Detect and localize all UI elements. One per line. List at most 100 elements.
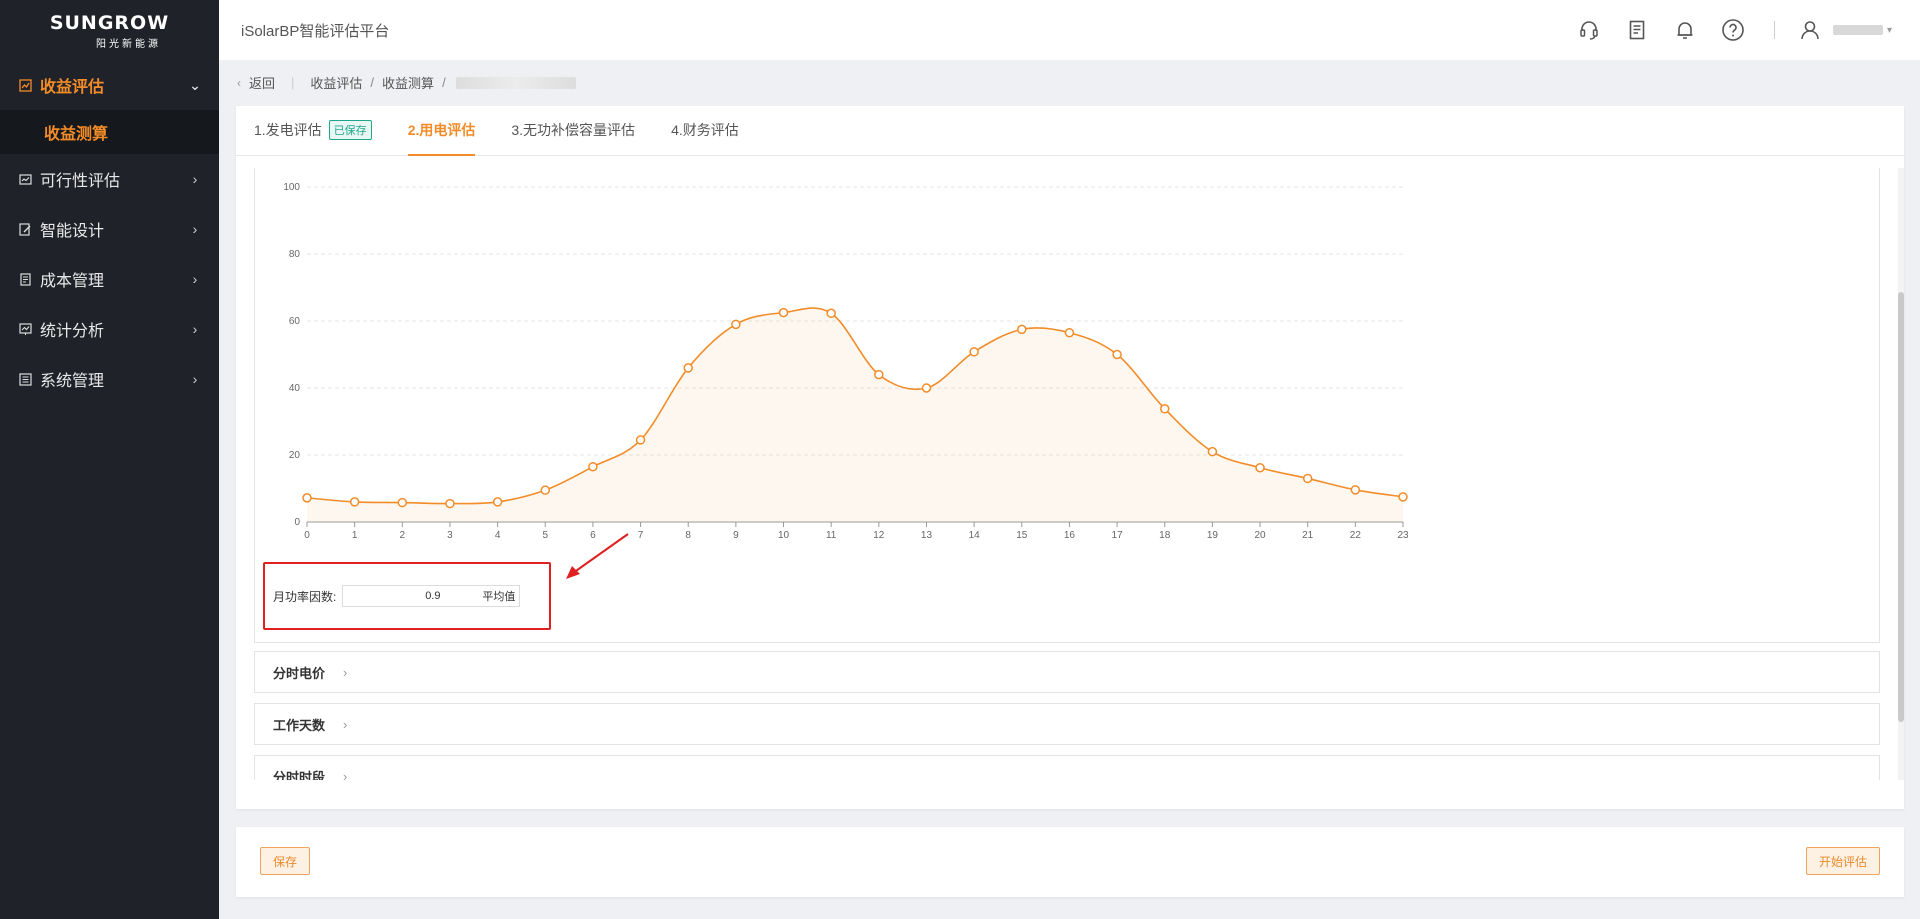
sidebar-item-stats[interactable]: 统计分析 ›: [0, 304, 219, 354]
feasibility-icon: [18, 172, 32, 186]
x-tick-label: 14: [969, 530, 981, 541]
data-point: [1112, 349, 1122, 360]
sidebar-subitem-label: 收益测算: [44, 126, 109, 143]
top-actions: ▾: [1554, 17, 1892, 43]
cost-icon: [18, 272, 32, 286]
app-title: iSolarBP智能评估平台: [241, 22, 390, 40]
data-point: [1017, 324, 1027, 335]
chevron-right-icon: ›: [343, 664, 348, 680]
data-point: [1255, 462, 1265, 473]
tab-reactive-compensation[interactable]: 3.无功补偿容量评估: [511, 105, 635, 155]
power-factor-value: 0.9: [425, 590, 441, 602]
chevron-down-icon: ⌄: [189, 76, 201, 93]
x-tick-label: 19: [1207, 530, 1219, 541]
tab-consumption-assessment[interactable]: 2.用电评估: [407, 105, 476, 156]
tab-label: 2.用电评估: [407, 122, 476, 138]
stats-icon: [18, 322, 32, 336]
chevron-right-icon: ›: [192, 171, 198, 187]
step-tabs: 1.发电评估 已保存 2.用电评估 3.无功补偿容量评估 4.财务评估: [236, 106, 1904, 156]
sidebar-item-cost[interactable]: 成本管理 ›: [0, 254, 219, 304]
caret-down-icon[interactable]: ▾: [1887, 25, 1892, 36]
logo[interactable]: SUNGROW 阳光新能源: [0, 0, 219, 60]
start-assessment-button[interactable]: 开始评估: [1805, 847, 1880, 875]
accordion-work-days[interactable]: 工作天数 ›: [254, 703, 1880, 745]
chevron-right-icon: ›: [192, 271, 198, 287]
tab-generation-assessment[interactable]: 1.发电评估 已保存: [254, 105, 372, 155]
main-panel: 1.发电评估 已保存 2.用电评估 3.无功补偿容量评估 4.财务评估 0 20 4…: [236, 106, 1904, 809]
annotation-arrow: [566, 533, 629, 579]
accordion-label: 工作天数: [273, 717, 326, 733]
scrollbar-thumb[interactable]: [1898, 292, 1904, 722]
tab-label: 1.发电评估: [254, 122, 322, 138]
back-label: 返回: [249, 76, 276, 91]
data-point: [1159, 404, 1170, 414]
user-icon[interactable]: [1797, 17, 1823, 43]
power-factor-label: 月功率因数:: [273, 589, 337, 604]
x-tick-label: 16: [1064, 530, 1076, 541]
x-tick-label: 22: [1350, 530, 1362, 541]
breadcrumb-item[interactable]: 收益测算: [382, 73, 434, 92]
x-tick-label: 17: [1112, 530, 1124, 541]
chevron-right-icon: ›: [343, 716, 348, 732]
help-icon[interactable]: [1720, 17, 1746, 43]
breadcrumb-item-redacted: [455, 76, 576, 89]
x-tick-label: 21: [1302, 530, 1314, 541]
sidebar-item-label: 可行性评估: [40, 173, 121, 190]
x-tick-label: 15: [1016, 530, 1028, 541]
sidebar-item-label: 系统管理: [40, 373, 105, 390]
save-button[interactable]: 保存: [260, 847, 311, 875]
scroll-area: 0 20 40 60 80 100 0 1 2 3 4 5 6 7 8 9 10 11 12 13 14 15 16 17 18…: [236, 168, 1904, 780]
accordion-time-of-use-price[interactable]: 分时电价 ›: [254, 651, 1880, 693]
sidebar-item-label: 成本管理: [40, 273, 105, 290]
sidebar-item-feasibility[interactable]: 可行性评估 ›: [0, 154, 219, 204]
data-point: [1398, 492, 1408, 502]
sidebar-item-revenue[interactable]: 收益评估 ⌄: [0, 60, 219, 110]
data-point: [1207, 446, 1218, 457]
sidebar-item-label: 智能设计: [40, 223, 105, 240]
tab-financial-assessment[interactable]: 4.财务评估: [671, 105, 739, 155]
bell-icon[interactable]: [1672, 17, 1698, 43]
power-factor-input[interactable]: 0.9 平均值: [342, 585, 521, 607]
tab-label: 3.无功补偿容量评估: [511, 122, 636, 138]
footer-bar: 保存 开始评估: [236, 827, 1904, 897]
data-point: [969, 347, 979, 357]
breadcrumb: ‹ 返回 | 收益评估 / 收益测算 /: [219, 60, 1920, 105]
sidebar: SUNGROW 阳光新能源 收益评估 ⌄ 收益测算 可行性评估 › 智能设计 ›…: [0, 0, 219, 919]
back-link[interactable]: ‹ 返回: [237, 73, 275, 92]
saved-badge: 已保存: [328, 120, 372, 140]
sidebar-subitem-revenue-calc[interactable]: 收益测算: [0, 110, 219, 154]
data-point: [1302, 473, 1313, 484]
chevron-right-icon: ›: [192, 321, 198, 337]
headset-icon[interactable]: [1576, 17, 1602, 43]
user-name-redacted[interactable]: [1832, 25, 1883, 35]
x-tick-label: 18: [1159, 530, 1171, 541]
data-point: [1350, 485, 1361, 495]
document-icon[interactable]: [1624, 17, 1650, 43]
breadcrumb-item[interactable]: 收益评估: [310, 73, 362, 92]
settings-icon: [18, 372, 32, 386]
divider: [1773, 21, 1775, 39]
design-icon: [18, 222, 32, 236]
sidebar-item-design[interactable]: 智能设计 ›: [0, 204, 219, 254]
x-tick-label: 20: [1254, 530, 1266, 541]
data-point: [1064, 327, 1075, 338]
sidebar-item-label: 收益评估: [40, 79, 105, 96]
breadcrumb-separator: /: [370, 75, 375, 90]
divider: |: [291, 75, 295, 90]
chevron-right-icon: ›: [343, 768, 348, 781]
sidebar-item-label: 统计分析: [40, 323, 105, 340]
sidebar-item-system[interactable]: 系统管理 ›: [0, 354, 219, 404]
power-factor-unit: 平均值: [482, 591, 516, 603]
chevron-right-icon: ›: [192, 371, 198, 387]
breadcrumb-separator: /: [442, 75, 446, 90]
chart-icon: [18, 78, 32, 92]
accordion-label: 分时电价: [273, 665, 326, 681]
accordion-time-periods[interactable]: 分时时段 ›: [254, 755, 1880, 780]
chevron-right-icon: ›: [192, 221, 198, 237]
logo-name: SUNGROW: [49, 12, 170, 34]
top-bar: iSolarBP智能评估平台 ▾: [219, 0, 1920, 60]
logo-subtitle: 阳光新能源: [96, 39, 161, 50]
accordion-label: 分时时段: [273, 769, 326, 781]
x-tick-label: 23: [1397, 530, 1409, 541]
chevron-left-icon: ‹: [237, 75, 241, 90]
